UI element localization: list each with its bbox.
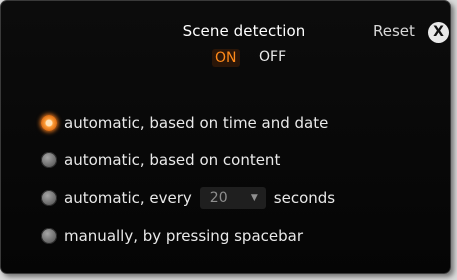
option-every-seconds[interactable]: automatic, every 20 ▼ seconds bbox=[41, 187, 335, 209]
option-label: manually, by pressing spacebar bbox=[64, 227, 303, 245]
close-icon: X bbox=[433, 24, 444, 40]
radio-content[interactable] bbox=[41, 152, 57, 168]
interval-dropdown[interactable]: 20 ▼ bbox=[199, 187, 266, 209]
reset-button[interactable]: Reset bbox=[373, 22, 415, 40]
close-button[interactable]: X bbox=[428, 22, 449, 43]
option-time-and-date[interactable]: automatic, based on time and date bbox=[41, 112, 328, 134]
option-label-suffix: seconds bbox=[273, 189, 336, 207]
toggle-off-button[interactable]: OFF bbox=[259, 49, 286, 65]
radio-time-and-date[interactable] bbox=[41, 115, 57, 131]
scene-detection-panel: Scene detection Reset X ON OFF automatic… bbox=[0, 0, 451, 274]
option-manual-spacebar[interactable]: manually, by pressing spacebar bbox=[41, 225, 303, 247]
interval-value: 20 bbox=[209, 190, 228, 206]
option-label: automatic, every bbox=[64, 189, 192, 207]
radio-manual-spacebar[interactable] bbox=[41, 228, 57, 244]
option-content[interactable]: automatic, based on content bbox=[41, 149, 280, 171]
toggle-on-button[interactable]: ON bbox=[212, 49, 240, 67]
option-label: automatic, based on time and date bbox=[64, 114, 329, 132]
chevron-down-icon: ▼ bbox=[250, 193, 258, 203]
option-label: automatic, based on content bbox=[64, 151, 281, 169]
radio-every-seconds[interactable] bbox=[41, 190, 57, 206]
